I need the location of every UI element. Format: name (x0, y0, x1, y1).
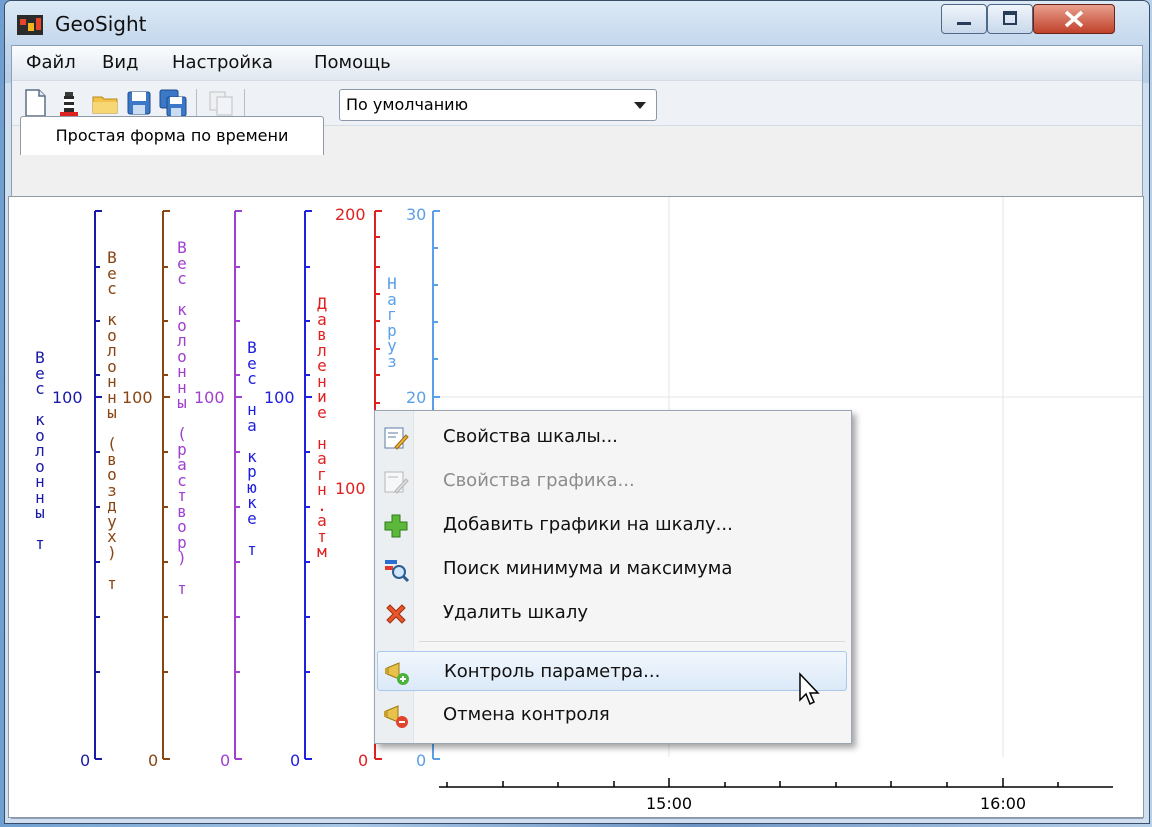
close-button[interactable] (1033, 4, 1115, 34)
maximize-icon (1003, 11, 1017, 25)
menu-item-find-minmax[interactable]: Поиск минимума и максимума (377, 549, 847, 589)
save-icon[interactable] (124, 88, 154, 118)
menu-item-delete-scale[interactable]: Удалить шкалу (377, 593, 847, 633)
menu-item-cancel-control[interactable]: Отмена контроля (377, 695, 847, 735)
app-logo-icon (17, 15, 43, 35)
menu-item-label: Отмена контроля (443, 704, 610, 725)
menu-item-label: Контроль параметра... (444, 661, 661, 682)
chevron-down-icon (634, 102, 646, 109)
menu-item-label: Удалить шкалу (443, 602, 588, 623)
axis-4-tick-100: 100 (264, 388, 295, 407)
axis-6-label: Н а г р у з (387, 276, 397, 371)
lighthouse-icon[interactable] (54, 88, 84, 118)
axis-5-label: Д а в л е н и е н а г н . а т м (317, 294, 327, 561)
axis-3-tick-0: 0 (220, 751, 231, 770)
mouse-cursor-icon (799, 672, 820, 706)
axis-1-tick-0: 0 (80, 751, 91, 770)
menu-file[interactable]: Файл (18, 46, 84, 80)
axis-line-2[interactable] (162, 210, 170, 760)
new-file-icon[interactable] (20, 88, 50, 118)
axis-6-tick-0: 0 (416, 751, 427, 770)
axis-2-tick-100: 100 (122, 388, 153, 407)
menu-bar: Файл Вид Настройка Помощь (12, 46, 1142, 81)
copy-disabled-icon (209, 91, 233, 116)
time-tick-label: 15:00 (646, 794, 693, 813)
window-title: GeoSight (55, 12, 147, 36)
axis-1-tick-100: 100 (52, 388, 83, 407)
axis-5-tick-100: 100 (335, 479, 366, 498)
axis-2-tick-0: 0 (148, 751, 159, 770)
minimize-icon (957, 22, 971, 25)
menu-settings[interactable]: Настройка (164, 46, 281, 80)
axis-3-tick-100: 100 (194, 388, 225, 407)
profile-select-value: По умолчанию (346, 95, 469, 114)
menu-item-label: Свойства шкалы... (443, 426, 618, 447)
chart-properties-icon (384, 471, 409, 494)
axis-line-1[interactable] (94, 210, 102, 760)
axis-4-tick-0: 0 (290, 751, 301, 770)
menu-item-scale-properties[interactable]: Свойства шкалы... (377, 417, 847, 457)
control-remove-icon (384, 705, 408, 728)
menu-help[interactable]: Помощь (306, 46, 399, 80)
search-minmax-icon (385, 560, 409, 583)
add-plus-icon (384, 514, 408, 538)
axis-1-label: В е с к о л о н н ы т (35, 348, 45, 553)
menu-item-parameter-control[interactable]: Контроль параметра... (377, 651, 847, 691)
tab-time-form[interactable]: Простая форма по времени (20, 116, 324, 155)
menu-item-label: Свойства графика... (443, 470, 635, 491)
toolbar-separator (196, 89, 197, 117)
time-axis-line[interactable] (439, 778, 1113, 788)
minimize-button[interactable] (941, 4, 987, 34)
axis-4-label: В е с н а к р ю к е т (247, 338, 257, 559)
close-icon (1064, 10, 1084, 28)
axis-6-tick-20: 20 (406, 388, 427, 407)
menu-view[interactable]: Вид (94, 46, 147, 80)
menu-item-add-charts[interactable]: Добавить графики на шкалу... (377, 505, 847, 545)
menu-item-chart-properties[interactable]: Свойства графика... (377, 461, 847, 501)
maximize-button[interactable] (987, 4, 1033, 34)
menu-item-label: Добавить графики на шкалу... (443, 514, 733, 535)
save-all-icon[interactable] (158, 88, 188, 118)
axis-3-label: В е с к о л о н н ы ( р а с т в о р ) т (177, 238, 187, 598)
control-add-icon (385, 662, 409, 685)
axis-2-label: В е с к о л о н н ы ( в о з д у х ) т (107, 248, 117, 593)
toolbar-separator (244, 89, 245, 117)
tab-label: Простая форма по времени (55, 126, 289, 145)
open-folder-icon[interactable] (90, 88, 120, 118)
axis-line-3[interactable] (234, 210, 242, 760)
axis-5-tick-200: 200 (335, 205, 366, 224)
time-tick-label: 16:00 (980, 794, 1027, 813)
profile-select[interactable]: По умолчанию (339, 89, 657, 121)
menu-separator (419, 641, 845, 642)
menu-item-label: Поиск минимума и максимума (443, 558, 733, 579)
scale-properties-icon (384, 427, 409, 450)
context-menu: Свойства шкалы... Свойства графика... До… (374, 410, 852, 744)
delete-x-icon (386, 604, 406, 624)
axis-5-tick-0: 0 (358, 751, 369, 770)
axis-6-tick-30: 30 (406, 205, 427, 224)
axis-line-4[interactable] (304, 210, 312, 760)
